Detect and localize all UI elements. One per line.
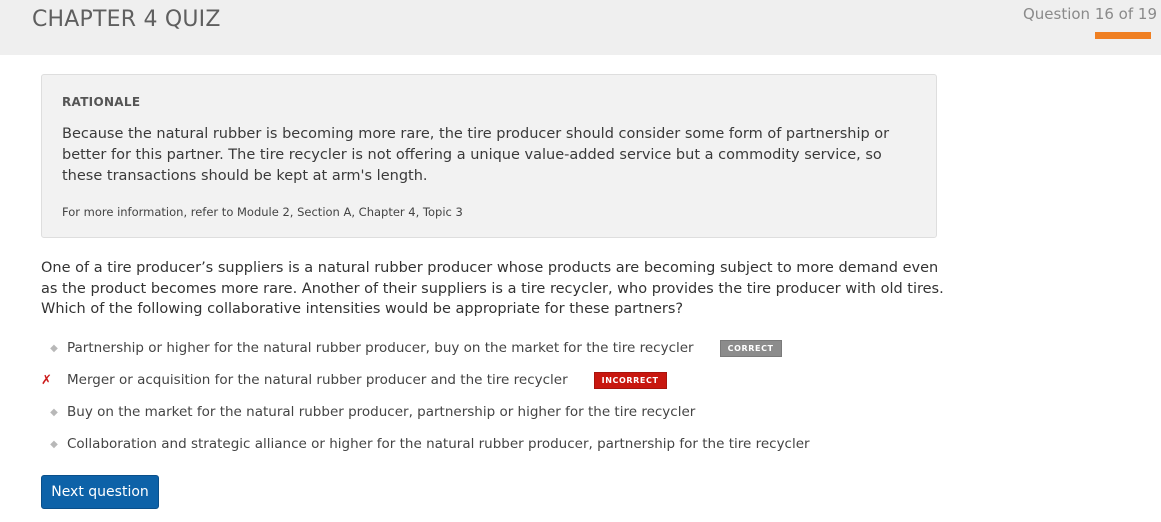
answer-option-3[interactable]: ◆ Buy on the market for the natural rubb…	[41, 401, 695, 423]
next-question-button[interactable]: Next question	[41, 475, 159, 509]
answer-option-text: Partnership or higher for the natural ru…	[67, 340, 694, 356]
answer-option-text: Buy on the market for the natural rubber…	[67, 404, 696, 420]
rationale-reference: For more information, refer to Module 2,…	[62, 205, 463, 219]
answer-option-1[interactable]: ◆ Partnership or higher for the natural …	[41, 337, 782, 359]
correct-badge: CORRECT	[719, 339, 782, 357]
answer-option-text: Merger or acquisition for the natural ru…	[67, 372, 568, 388]
cross-mark-icon: ✗	[41, 372, 52, 388]
rationale-panel: RATIONALE Because the natural rubber is …	[41, 74, 937, 238]
answer-option-2[interactable]: ✗ Merger or acquisition for the natural …	[41, 369, 667, 391]
question-text: One of a tire producer’s suppliers is a …	[41, 260, 944, 317]
question-progress-text: Question 16 of 19	[1022, 5, 1157, 23]
rationale-heading: RATIONALE	[62, 95, 141, 109]
answer-option-text: Collaboration and strategic alliance or …	[67, 436, 810, 452]
quiz-title: CHAPTER 4 QUIZ	[32, 7, 221, 32]
diamond-bullet-icon: ◆	[50, 342, 58, 354]
answer-option-4[interactable]: ◆ Collaboration and strategic alliance o…	[41, 433, 810, 455]
rationale-text: Because the natural rubber is becoming m…	[62, 126, 890, 184]
diamond-bullet-icon: ◆	[50, 406, 58, 418]
progress-bar	[1095, 32, 1161, 39]
quiz-header: CHAPTER 4 QUIZ Question 16 of 19	[0, 0, 1161, 55]
progress-bar-fill	[1095, 32, 1151, 39]
diamond-bullet-icon: ◆	[50, 438, 58, 450]
incorrect-badge: INCORRECT	[593, 371, 667, 389]
